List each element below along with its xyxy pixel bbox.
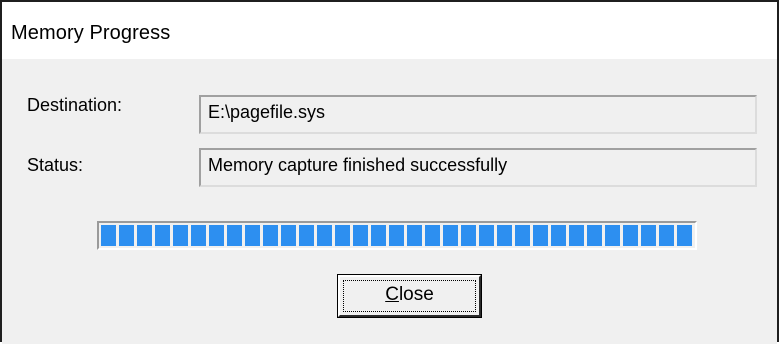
status-label: Status: <box>27 155 84 175</box>
progress-bar-fill <box>101 225 695 246</box>
window-title: Memory Progress <box>11 22 171 44</box>
memory-progress-window: Memory Progress Destination: E:\pagefile… <box>0 0 779 344</box>
close-button[interactable]: Close <box>337 274 482 318</box>
focus-rectangle <box>343 280 476 312</box>
status-field: Memory capture finished successfully <box>199 148 757 187</box>
destination-label: Destination: <box>27 95 123 115</box>
destination-field: E:\pagefile.sys <box>199 95 757 134</box>
progress-bar <box>97 221 697 250</box>
title-bar[interactable]: Memory Progress <box>2 2 777 59</box>
dialog-body: Destination: E:\pagefile.sys Status: Mem… <box>2 59 777 344</box>
